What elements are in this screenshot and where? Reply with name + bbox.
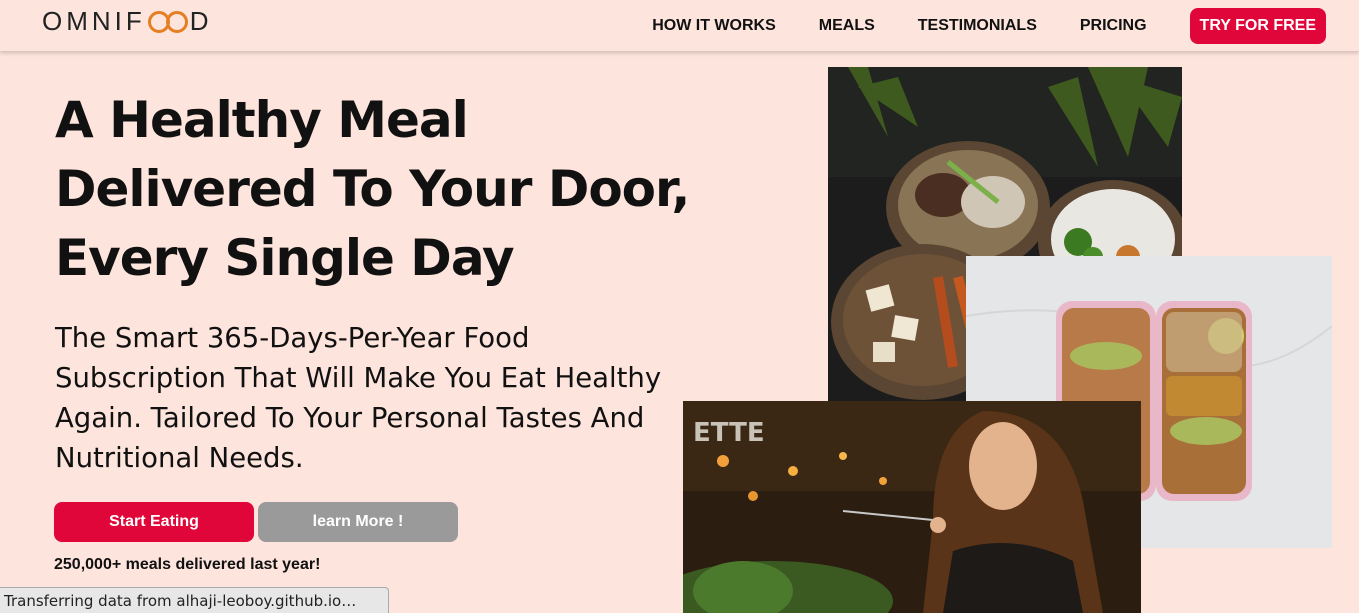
headline-line: A Healthy Meal	[55, 91, 469, 149]
main-nav: HOW IT WORKS MEALS TESTIMONIALS PRICING …	[652, 0, 1359, 51]
site-header: OMNIF D HOW IT WORKS MEALS TESTIMONIALS …	[0, 0, 1359, 51]
hero-description: The Smart 365-Days-Per-Year Food Subscri…	[55, 318, 695, 478]
svg-text:ETTE: ETTE	[693, 418, 765, 448]
logo-loop-icon	[147, 10, 188, 33]
headline-line: Every Single Day	[55, 229, 515, 287]
description-line: The Smart 365-Days-Per-Year Food	[55, 322, 530, 354]
nav-how-it-works[interactable]: HOW IT WORKS	[652, 17, 776, 35]
meals-delivered-stat: 250,000+ meals delivered last year!	[54, 556, 321, 573]
description-line: Nutritional Needs.	[55, 442, 304, 474]
woman-eating-image: ETTE	[683, 401, 1141, 613]
description-line: Again. Tailored To Your Personal Tastes …	[55, 402, 645, 434]
logo-text-right: D	[189, 6, 213, 36]
nav-testimonials[interactable]: TESTIMONIALS	[918, 17, 1037, 35]
logo-text-left: OMNIF	[42, 6, 146, 36]
description-line: Subscription That Will Make You Eat Heal…	[55, 362, 662, 394]
nav-meals[interactable]: MEALS	[819, 17, 875, 35]
start-eating-button[interactable]: Start Eating	[54, 502, 254, 542]
headline-line: Delivered To Your Door,	[55, 160, 690, 218]
learn-more-button[interactable]: learn More !	[258, 502, 458, 542]
browser-status-bar: Transferring data from alhaji-leoboy.git…	[0, 587, 389, 613]
nav-pricing[interactable]: PRICING	[1080, 17, 1147, 35]
hero-headline: A Healthy Meal Delivered To Your Door, E…	[55, 86, 695, 293]
omnifood-logo[interactable]: OMNIF D	[42, 6, 213, 37]
try-for-free-button[interactable]: TRY FOR FREE	[1189, 7, 1326, 44]
